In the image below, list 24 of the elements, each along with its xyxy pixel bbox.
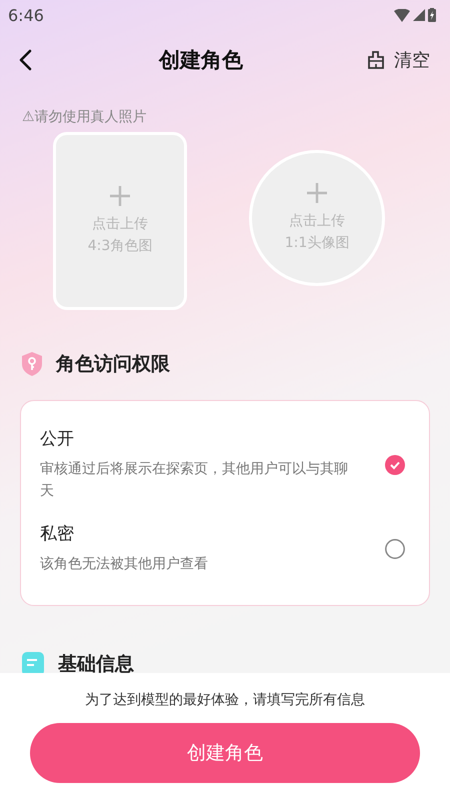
upload-label: 点击上传	[289, 212, 345, 231]
privacy-option[interactable]: 公开 审核通过后将展示在探索页，其他用户可以与其聊天	[21, 419, 429, 514]
section-title: 基础信息	[58, 652, 134, 677]
plus-icon	[109, 185, 131, 207]
option-description: 审核通过后将展示在探索页，其他用户可以与其聊天	[40, 460, 349, 501]
battery-icon	[428, 8, 436, 22]
status-time: 6:46	[8, 6, 44, 24]
wifi-icon	[394, 8, 410, 22]
shield-icon	[22, 352, 42, 376]
page-title: 创建角色	[159, 47, 243, 74]
option-title: 公开	[40, 428, 75, 450]
option-title: 私密	[40, 523, 75, 545]
privacy-option[interactable]: 私密 该角色无法被其他用户查看	[21, 514, 429, 587]
plus-icon	[306, 182, 328, 204]
warning-text: ⚠请勿使用真人照片	[21, 108, 148, 127]
section-title: 角色访问权限	[56, 352, 170, 377]
upload-ratio: 4:3角色图	[88, 237, 152, 256]
upload-label: 点击上传	[92, 215, 148, 234]
hint-text: 为了达到模型的最好体验，请填写完所有信息	[85, 691, 365, 709]
signal-icon	[413, 9, 425, 21]
broom-icon	[366, 50, 386, 70]
option-description: 该角色无法被其他用户查看	[40, 555, 209, 574]
clear-button[interactable]: 清空	[366, 48, 430, 72]
upload-ratio: 1:1头像图	[284, 234, 350, 253]
